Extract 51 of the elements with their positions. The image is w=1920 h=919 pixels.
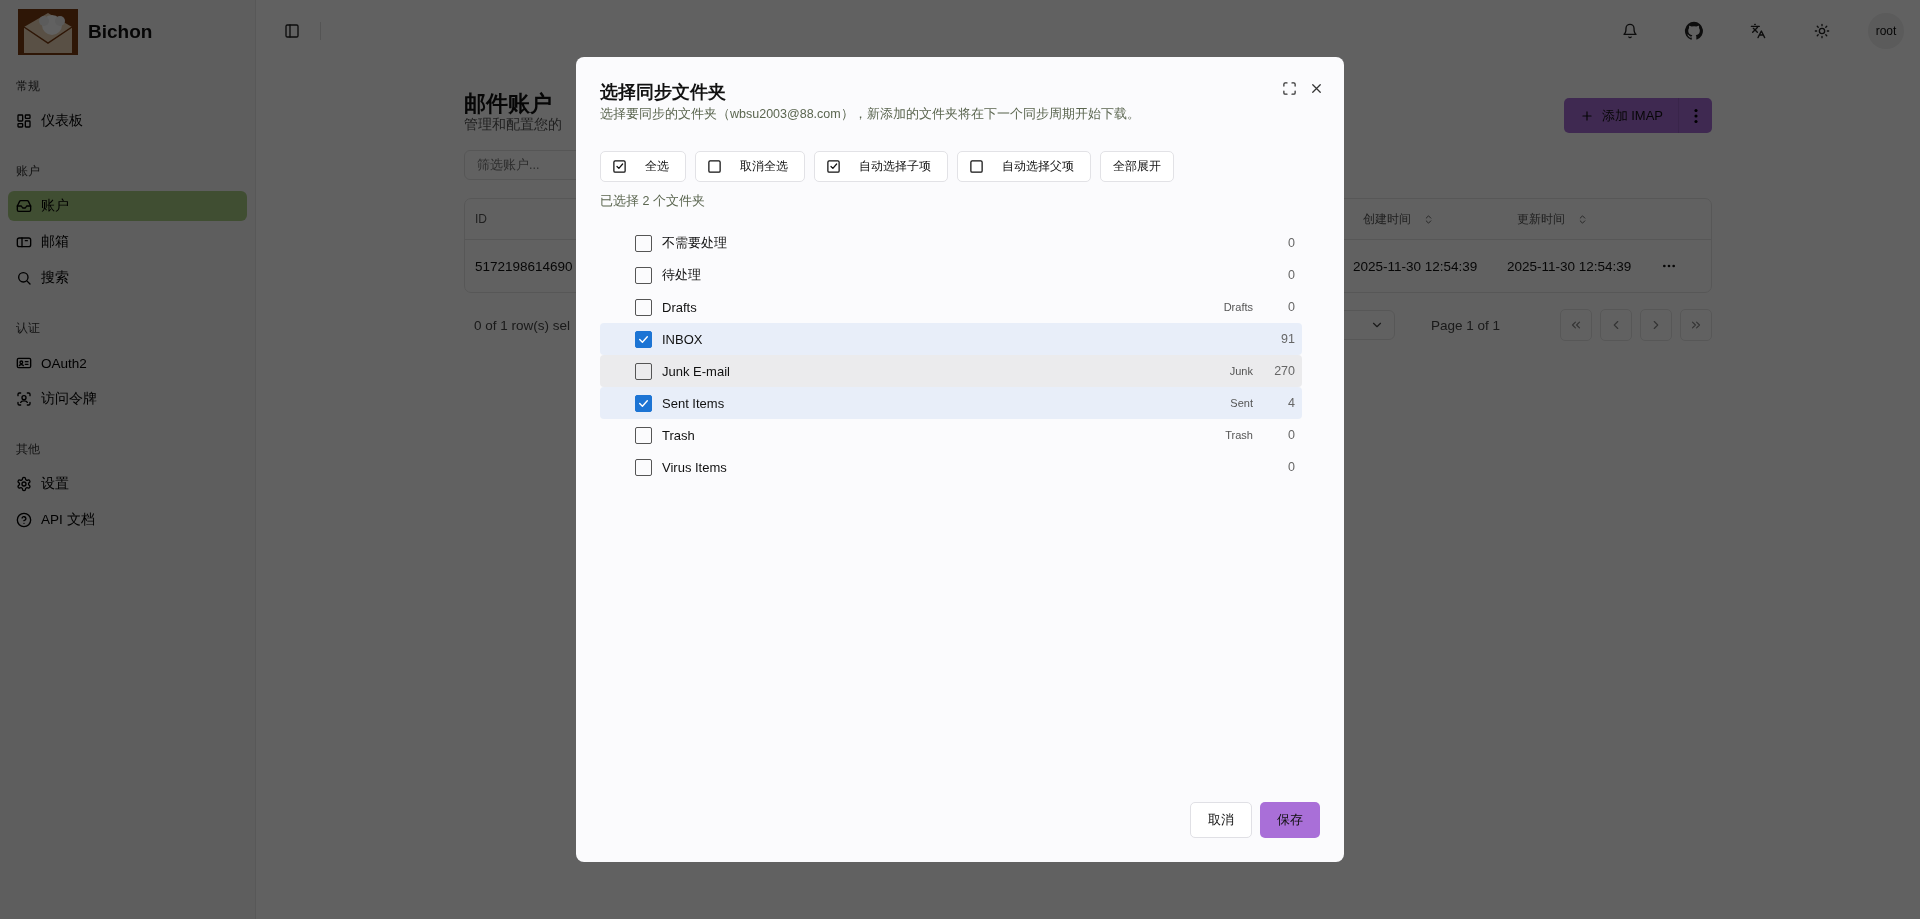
- folder-role: Drafts: [1223, 301, 1253, 313]
- message-count: 0: [1287, 428, 1295, 442]
- section-label: 账户: [15, 164, 41, 179]
- section-label: 其他: [15, 442, 41, 457]
- table-cell: 2025-11-30 12:54:39: [1353, 258, 1478, 274]
- page-subtitle: 管理和配置您的: [464, 116, 562, 134]
- folder-name: Drafts: [662, 299, 698, 315]
- dialog-title: 选择同步文件夹: [600, 81, 727, 103]
- selection-count: 已选择 2 个文件夹: [600, 193, 706, 210]
- folder-name: Junk E-mail: [662, 363, 731, 379]
- folder-row[interactable]: Virus Items 0: [600, 451, 1302, 483]
- message-count: 0: [1287, 236, 1295, 250]
- folder-row[interactable]: Trash Trash 0: [600, 419, 1302, 451]
- table-cell: 2025-11-30 12:54:39: [1507, 258, 1632, 274]
- message-count: 0: [1287, 268, 1295, 282]
- save-button[interactable]: 保存: [1260, 802, 1320, 838]
- folder-name: Virus Items: [662, 459, 728, 475]
- folder-name: INBOX: [662, 331, 704, 347]
- toolbar-button[interactable]: 自动选择父项: [957, 151, 1091, 182]
- app-name: Bichon: [88, 21, 153, 43]
- toolbar-button[interactable]: 自动选择子项: [814, 151, 948, 182]
- toolbar-button[interactable]: 全部展开: [1100, 151, 1174, 182]
- message-count: 4: [1287, 396, 1295, 410]
- column-header: ID: [475, 212, 487, 226]
- folder-role: Junk: [1229, 365, 1253, 377]
- folder-row[interactable]: Sent Items Sent 4: [600, 387, 1302, 419]
- toolbar-button[interactable]: 全选: [600, 151, 686, 182]
- message-count: 91: [1280, 332, 1295, 346]
- message-count: 270: [1273, 364, 1295, 378]
- message-count: 0: [1287, 460, 1295, 474]
- folder-row[interactable]: 不需要处理 0: [600, 227, 1302, 259]
- selection-status: 0 of 1 row(s) sel: [474, 317, 571, 333]
- folder-role: Trash: [1225, 429, 1253, 441]
- folder-row[interactable]: INBOX 91: [600, 323, 1302, 355]
- folder-row[interactable]: Drafts Drafts 0: [600, 291, 1302, 323]
- toolbar-button[interactable]: 取消全选: [695, 151, 805, 182]
- table-cell: 5172198614690: [475, 258, 573, 274]
- folder-name: 不需要处理: [662, 234, 728, 252]
- message-count: 0: [1287, 300, 1295, 314]
- cancel-button[interactable]: 取消: [1190, 802, 1252, 838]
- section-label: 常规: [15, 79, 41, 94]
- dialog-description: 选择要同步的文件夹（wbsu2003@88.com），新添加的文件夹将在下一个同步周期开始下载。: [600, 106, 1141, 123]
- folder-name: Trash: [662, 427, 696, 443]
- folder-row[interactable]: Junk E-mail Junk 270: [600, 355, 1302, 387]
- folder-role: Sent: [1230, 397, 1253, 409]
- section-label: 认证: [15, 321, 41, 336]
- folder-name: 待处理: [662, 266, 702, 284]
- folder-name: Sent Items: [662, 395, 726, 411]
- page-info: Page 1 of 1: [1430, 317, 1500, 333]
- page-title: 邮件账户: [464, 90, 553, 117]
- folder-row[interactable]: 待处理 0: [600, 259, 1302, 291]
